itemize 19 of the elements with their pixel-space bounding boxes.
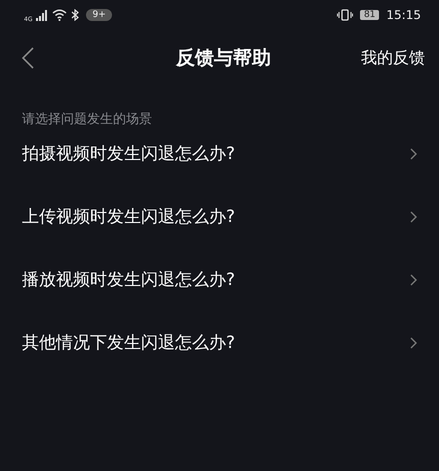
chevron-icon bbox=[410, 274, 417, 286]
chevron-icon bbox=[410, 148, 417, 160]
back-icon bbox=[22, 47, 34, 69]
chevron-icon bbox=[410, 336, 417, 348]
battery-indicator: 81 bbox=[360, 10, 380, 20]
vibrate-icon bbox=[336, 9, 353, 21]
clock-time: 15:15 bbox=[386, 8, 421, 22]
help-item[interactable]: 其他情况下发生闪退怎么办? bbox=[0, 311, 439, 374]
notification-badge: 9+ bbox=[86, 9, 112, 21]
chevron-icon bbox=[410, 210, 417, 222]
section-label: 请选择问题发生的场景 bbox=[21, 111, 153, 129]
help-item[interactable]: 播放视频时发生闪退怎么办? bbox=[0, 248, 439, 311]
my-feedback-link[interactable]: 我的反馈 bbox=[361, 48, 425, 68]
help-item[interactable]: 上传视频时发生闪退怎么办? bbox=[0, 185, 439, 248]
page-title: 反馈与帮助 bbox=[176, 46, 271, 71]
signal-icon bbox=[36, 10, 48, 20]
back-button[interactable] bbox=[22, 47, 34, 69]
wifi-icon bbox=[52, 9, 68, 21]
bluetooth-icon bbox=[71, 9, 80, 21]
